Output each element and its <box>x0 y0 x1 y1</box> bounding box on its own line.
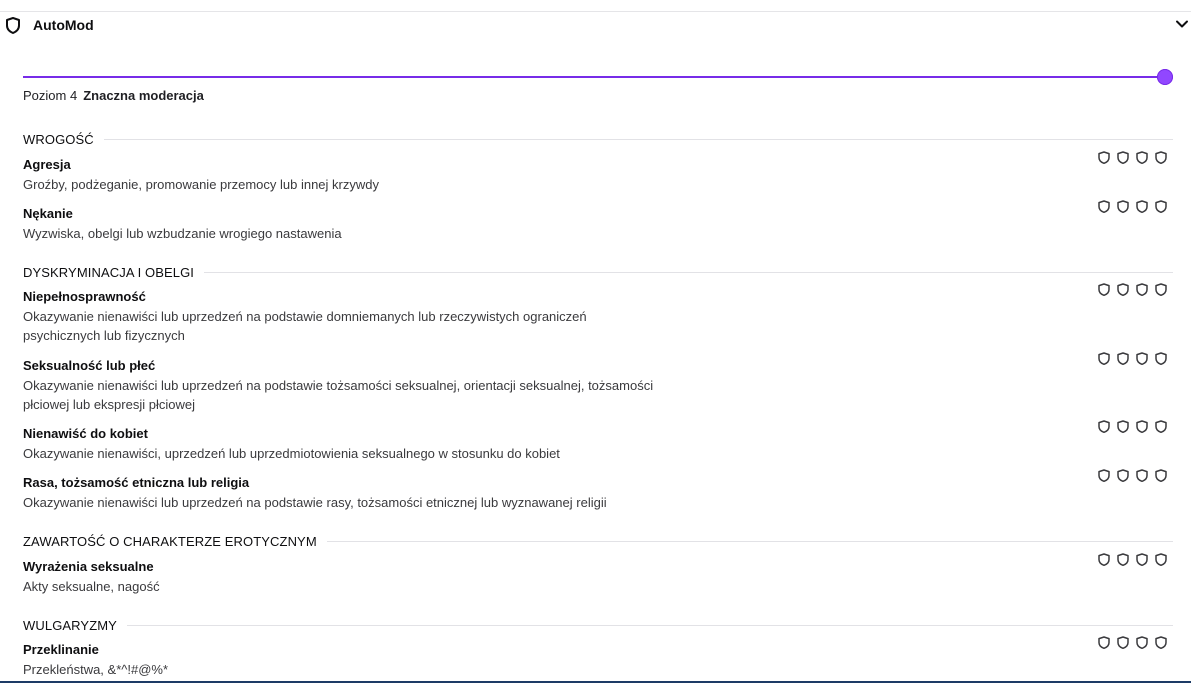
category-sexual-expressions[interactable]: Wyrażenia seksualne Akty seksualne, nago… <box>23 553 1173 596</box>
shield-level-icon <box>1117 283 1129 296</box>
shield-level-indicators <box>1098 636 1167 649</box>
category-name: Nienawiść do kobiet <box>23 426 148 441</box>
category-name: Agresja <box>23 157 71 172</box>
shield-level-icon <box>1098 352 1110 365</box>
category-description: Przekleństwa, &*^!#@%* <box>23 662 169 677</box>
automod-title: AutoMod <box>33 17 94 33</box>
category-description: Okazywanie nienawiści lub uprzedzeń na p… <box>23 378 654 412</box>
category-name: Przeklinanie <box>23 642 99 657</box>
category-aggression[interactable]: Agresja Groźby, podżeganie, promowanie p… <box>23 151 1173 194</box>
level-prefix: Poziom 4 <box>23 88 78 103</box>
shield-level-indicators <box>1098 469 1167 482</box>
category-sexuality-gender[interactable]: Seksualność lub płeć Okazywanie nienawiś… <box>23 352 1173 414</box>
category-name: Nękanie <box>23 206 73 221</box>
section-divider <box>326 540 1173 542</box>
section-header-discrimination: DYSKRYMINACJA I OBELGI <box>23 264 1173 280</box>
shield-icon <box>6 17 20 34</box>
shield-level-indicators <box>1098 420 1167 433</box>
section-header-sexual-content: ZAWARTOŚĆ O CHARAKTERZE EROTYCZNYM <box>23 533 1173 549</box>
category-race-ethnicity-religion[interactable]: Rasa, tożsamość etniczna lub religia Oka… <box>23 469 1173 512</box>
category-description: Akty seksualne, nagość <box>23 579 160 594</box>
section-title: ZAWARTOŚĆ O CHARAKTERZE EROTYCZNYM <box>23 533 317 549</box>
category-harassment[interactable]: Nękanie Wyzwiska, obelgi lub wzbudzanie … <box>23 200 1173 243</box>
shield-level-icon <box>1117 420 1129 433</box>
shield-level-icon <box>1136 420 1148 433</box>
shield-level-indicators <box>1098 283 1167 296</box>
shield-level-indicators <box>1098 352 1167 365</box>
shield-level-icon <box>1098 469 1110 482</box>
shield-level-icon <box>1155 469 1167 482</box>
section-divider <box>204 271 1173 273</box>
shield-level-icon <box>1098 283 1110 296</box>
shield-level-icon <box>1155 200 1167 213</box>
shield-level-icon <box>1155 352 1167 365</box>
shield-level-icon <box>1155 553 1167 566</box>
shield-level-icon <box>1117 636 1129 649</box>
shield-level-icon <box>1136 636 1148 649</box>
category-description: Groźby, podżeganie, promowanie przemocy … <box>23 177 379 192</box>
shield-level-indicators <box>1098 553 1167 566</box>
shield-level-icon <box>1136 352 1148 365</box>
shield-level-icon <box>1098 553 1110 566</box>
category-description: Okazywanie nienawiści, uprzedzeń lub upr… <box>23 446 560 461</box>
section-title: WROGOŚĆ <box>23 131 94 147</box>
category-name: Niepełnosprawność <box>23 289 146 304</box>
category-disability[interactable]: Niepełnosprawność Okazywanie nienawiści … <box>23 283 1173 345</box>
slider-track <box>23 76 1173 78</box>
shield-level-icon <box>1155 283 1167 296</box>
shield-level-indicators <box>1098 200 1167 213</box>
top-divider <box>0 11 1191 12</box>
shield-level-icon <box>1117 352 1129 365</box>
section-divider <box>103 138 1173 140</box>
level-name: Znaczna moderacja <box>83 88 204 103</box>
shield-level-icon <box>1136 553 1148 566</box>
section-title: WULGARYZMY <box>23 617 117 633</box>
shield-level-icon <box>1098 200 1110 213</box>
category-swearing[interactable]: Przeklinanie Przekleństwa, &*^!#@%* <box>23 636 1173 679</box>
shield-level-icon <box>1098 151 1110 164</box>
shield-level-icon <box>1136 151 1148 164</box>
category-description: Okazywanie nienawiści lub uprzedzeń na p… <box>23 309 587 343</box>
category-name: Wyrażenia seksualne <box>23 559 154 574</box>
category-description: Wyzwiska, obelgi lub wzbudzanie wrogiego… <box>23 226 342 241</box>
moderation-level-slider[interactable] <box>23 67 1173 87</box>
shield-level-icon <box>1155 420 1167 433</box>
category-misogyny[interactable]: Nienawiść do kobiet Okazywanie nienawiśc… <box>23 420 1173 463</box>
shield-level-icon <box>1136 283 1148 296</box>
shield-level-indicators <box>1098 151 1167 164</box>
shield-level-icon <box>1136 200 1148 213</box>
shield-level-icon <box>1117 553 1129 566</box>
section-header-profanity: WULGARYZMY <box>23 617 1173 633</box>
shield-level-icon <box>1136 469 1148 482</box>
category-name: Rasa, tożsamość etniczna lub religia <box>23 475 250 490</box>
category-description: Okazywanie nienawiści lub uprzedzeń na p… <box>23 495 607 510</box>
shield-level-icon <box>1155 151 1167 164</box>
chevron-down-icon[interactable] <box>1175 17 1189 31</box>
shield-level-icon <box>1098 420 1110 433</box>
section-divider <box>126 624 1173 626</box>
shield-level-icon <box>1098 636 1110 649</box>
automod-header[interactable]: AutoMod <box>0 13 1191 39</box>
moderation-level-label: Poziom 4 Znaczna moderacja <box>23 88 204 103</box>
shield-level-icon <box>1155 636 1167 649</box>
category-name: Seksualność lub płeć <box>23 358 156 373</box>
shield-level-icon <box>1117 469 1129 482</box>
shield-level-icon <box>1117 200 1129 213</box>
slider-thumb[interactable] <box>1157 69 1173 85</box>
shield-level-icon <box>1117 151 1129 164</box>
section-header-hostility: WROGOŚĆ <box>23 131 1173 147</box>
section-title: DYSKRYMINACJA I OBELGI <box>23 264 195 280</box>
